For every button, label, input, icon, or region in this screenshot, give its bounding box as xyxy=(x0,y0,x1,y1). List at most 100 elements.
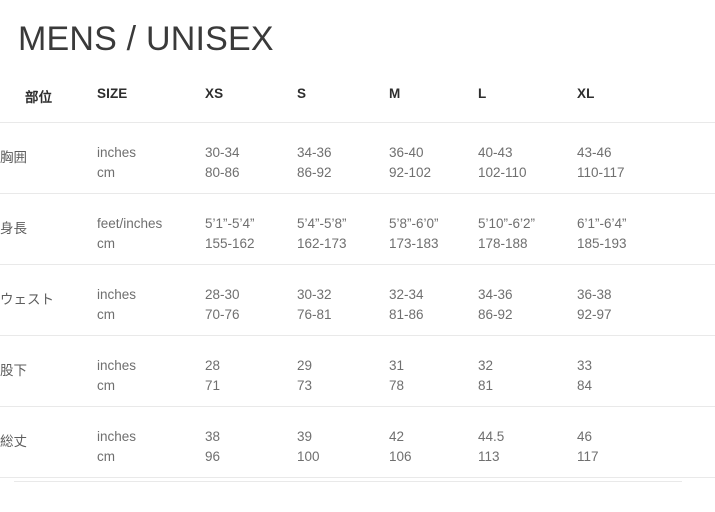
cell-m: 31 78 xyxy=(389,335,478,407)
value-imperial: 40-43 xyxy=(478,145,513,160)
value-imperial: 29 xyxy=(297,358,313,373)
unit-cell: inches cm xyxy=(97,122,205,194)
value-imperial: 36-38 xyxy=(577,287,612,302)
value-metric: 78 xyxy=(389,378,405,393)
value-imperial: 5’8”-6’0” xyxy=(389,216,439,231)
value-imperial: 30-34 xyxy=(205,145,240,160)
value-metric: 84 xyxy=(577,378,593,393)
cell-s: 5’4”-5’8” 162-173 xyxy=(297,193,389,265)
table-row: 胸囲 inches cm 30-34 80-86 34-36 86-92 36-… xyxy=(0,122,715,194)
size-chart-page: MENS / UNISEX 部位 SIZE XS S M L XL 胸囲 inc… xyxy=(0,0,715,512)
unit-imperial: inches xyxy=(97,287,137,302)
column-header-size: SIZE xyxy=(97,86,205,123)
table-row: 股下 inches cm 28 71 29 73 31 78 32 81 33 … xyxy=(0,335,715,407)
cell-l: 5’10”-6’2” 178-188 xyxy=(478,193,577,265)
unit-cell: inches cm xyxy=(97,264,205,336)
value-metric: 100 xyxy=(297,449,320,464)
value-metric: 81-86 xyxy=(389,307,424,322)
cell-m: 36-40 92-102 xyxy=(389,122,478,194)
column-header-xl: XL xyxy=(577,86,715,123)
cell-s: 30-32 76-81 xyxy=(297,264,389,336)
cell-s: 39 100 xyxy=(297,406,389,478)
cell-xl: 43-46 110-117 xyxy=(577,122,715,194)
table-row: 総丈 inches cm 38 96 39 100 42 106 44.5 11… xyxy=(0,406,715,478)
unit-imperial: inches xyxy=(97,429,137,444)
value-imperial: 38 xyxy=(205,429,221,444)
cell-l: 44.5 113 xyxy=(478,406,577,478)
cell-l: 32 81 xyxy=(478,335,577,407)
value-metric: 86-92 xyxy=(478,307,513,322)
value-metric: 96 xyxy=(205,449,221,464)
cell-s: 29 73 xyxy=(297,335,389,407)
column-header-xs: XS xyxy=(205,86,297,123)
value-imperial: 36-40 xyxy=(389,145,424,160)
value-imperial: 44.5 xyxy=(478,429,505,444)
unit-metric: cm xyxy=(97,165,115,180)
cell-l: 40-43 102-110 xyxy=(478,122,577,194)
cell-xs: 28 71 xyxy=(205,335,297,407)
cell-m: 5’8”-6’0” 173-183 xyxy=(389,193,478,265)
cell-xl: 6’1”-6’4” 185-193 xyxy=(577,193,715,265)
column-header-m: M xyxy=(389,86,478,123)
unit-metric: cm xyxy=(97,307,115,322)
size-chart-table: 部位 SIZE XS S M L XL 胸囲 inches cm 30-34 8… xyxy=(0,86,715,478)
value-imperial: 42 xyxy=(389,429,405,444)
cell-m: 32-34 81-86 xyxy=(389,264,478,336)
value-imperial: 28 xyxy=(205,358,221,373)
value-imperial: 32-34 xyxy=(389,287,424,302)
value-metric: 185-193 xyxy=(577,236,627,251)
value-metric: 106 xyxy=(389,449,412,464)
row-label-waist: ウェスト xyxy=(0,264,97,336)
cell-xs: 30-34 80-86 xyxy=(205,122,297,194)
value-imperial: 46 xyxy=(577,429,593,444)
value-imperial: 30-32 xyxy=(297,287,332,302)
value-imperial: 5’1”-5’4” xyxy=(205,216,255,231)
column-header-s: S xyxy=(297,86,389,123)
value-imperial: 28-30 xyxy=(205,287,240,302)
cell-xl: 36-38 92-97 xyxy=(577,264,715,336)
unit-imperial: inches xyxy=(97,358,137,373)
unit-cell: inches cm xyxy=(97,335,205,407)
row-label-chest: 胸囲 xyxy=(0,122,97,194)
value-metric: 73 xyxy=(297,378,313,393)
value-metric: 71 xyxy=(205,378,221,393)
value-imperial: 34-36 xyxy=(297,145,332,160)
table-row: ウェスト inches cm 28-30 70-76 30-32 76-81 3… xyxy=(0,264,715,336)
value-metric: 80-86 xyxy=(205,165,240,180)
value-metric: 92-102 xyxy=(389,165,432,180)
value-imperial: 33 xyxy=(577,358,593,373)
cell-xs: 28-30 70-76 xyxy=(205,264,297,336)
cell-xl: 33 84 xyxy=(577,335,715,407)
value-metric: 81 xyxy=(478,378,494,393)
table-bottom-divider xyxy=(14,481,682,482)
unit-metric: cm xyxy=(97,378,115,393)
value-imperial: 31 xyxy=(389,358,405,373)
page-title: MENS / UNISEX xyxy=(18,20,274,58)
value-imperial: 32 xyxy=(478,358,494,373)
value-metric: 162-173 xyxy=(297,236,347,251)
unit-imperial: feet/inches xyxy=(97,216,163,231)
row-label-height: 身長 xyxy=(0,193,97,265)
value-imperial: 5’4”-5’8” xyxy=(297,216,347,231)
value-imperial: 43-46 xyxy=(577,145,612,160)
table-row: 身長 feet/inches cm 5’1”-5’4” 155-162 5’4” xyxy=(0,193,715,265)
cell-s: 34-36 86-92 xyxy=(297,122,389,194)
table-header-row: 部位 SIZE XS S M L XL xyxy=(0,86,715,123)
cell-m: 42 106 xyxy=(389,406,478,478)
column-header-l: L xyxy=(478,86,577,123)
value-metric: 178-188 xyxy=(478,236,528,251)
value-metric: 110-117 xyxy=(577,165,625,180)
value-imperial: 34-36 xyxy=(478,287,513,302)
row-label-inseam: 股下 xyxy=(0,335,97,407)
value-metric: 86-92 xyxy=(297,165,332,180)
value-metric: 70-76 xyxy=(205,307,240,322)
cell-xs: 38 96 xyxy=(205,406,297,478)
unit-metric: cm xyxy=(97,449,115,464)
value-metric: 102-110 xyxy=(478,165,527,180)
value-imperial: 39 xyxy=(297,429,313,444)
unit-cell: inches cm xyxy=(97,406,205,478)
value-metric: 155-162 xyxy=(205,236,255,251)
value-metric: 92-97 xyxy=(577,307,612,322)
value-imperial: 6’1”-6’4” xyxy=(577,216,627,231)
unit-cell: feet/inches cm xyxy=(97,193,205,265)
